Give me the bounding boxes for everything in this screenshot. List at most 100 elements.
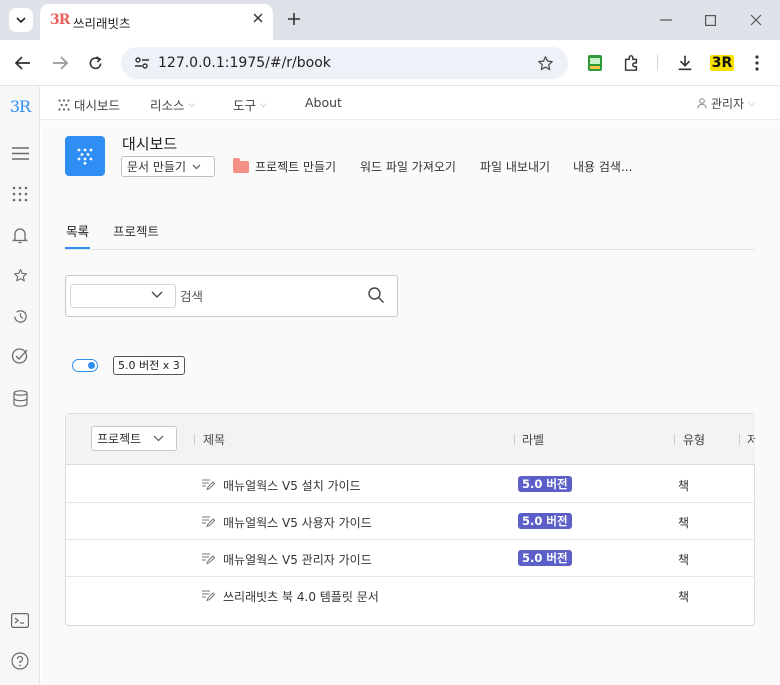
- downloads-button[interactable]: [673, 51, 697, 75]
- chevron-down-icon: ⌵: [260, 99, 267, 110]
- row-label-badge: 5.0 버전: [518, 513, 572, 529]
- column-divider: [514, 434, 515, 445]
- chevron-down-icon: [151, 291, 163, 298]
- table-row[interactable]: [66, 466, 755, 503]
- extension-printer-icon: [588, 55, 602, 71]
- column-header-extra[interactable]: 저: [747, 431, 755, 448]
- chevron-down-icon: ⌵: [188, 99, 196, 110]
- content-search-action[interactable]: 내용 검색...: [573, 158, 632, 175]
- site-info-button[interactable]: [131, 52, 153, 74]
- dashboard-dots-icon: [58, 98, 70, 111]
- tab-projects[interactable]: 프로젝트: [113, 221, 159, 240]
- tab-title: 쓰리래빗츠: [73, 16, 131, 31]
- rail-terminal-button[interactable]: [8, 608, 32, 632]
- folder-icon: [233, 157, 249, 173]
- import-word-action[interactable]: 워드 파일 가져오기: [360, 158, 456, 175]
- column-header-label[interactable]: 라벨: [522, 431, 544, 448]
- column-divider: [739, 434, 740, 445]
- row-title[interactable]: 쓰리래빗츠 북 4.0 템플릿 문서: [223, 588, 379, 605]
- menu-toggle-button[interactable]: [8, 141, 32, 165]
- project-filter-label: 프로젝트: [97, 432, 142, 446]
- document-edit-icon: [202, 590, 215, 602]
- app-logo[interactable]: 3R: [8, 94, 32, 118]
- import-word-label: 워드 파일 가져오기: [360, 160, 456, 174]
- row-title[interactable]: 매뉴얼웍스 V5 관리자 가이드: [223, 551, 372, 568]
- extension-3r-label: 3R: [709, 55, 735, 71]
- new-tab-button[interactable]: [283, 8, 305, 30]
- maximize-icon: [704, 14, 716, 26]
- minimize-icon: [660, 19, 672, 21]
- nav-tools-label: 도구: [233, 98, 257, 113]
- nav-dashboard-label: 대시보드: [74, 98, 121, 113]
- column-header-title[interactable]: 제목: [203, 431, 225, 448]
- close-icon: [750, 14, 762, 26]
- project-filter-select[interactable]: 프로젝트: [91, 426, 177, 451]
- arrow-left-icon: [15, 56, 30, 70]
- row-type: 책: [678, 479, 690, 493]
- back-button[interactable]: [10, 50, 36, 76]
- search-field-select-arrow: [151, 288, 163, 301]
- table-row[interactable]: [66, 540, 755, 577]
- row-title[interactable]: 매뉴얼웍스 V5 사용자 가이드: [223, 514, 372, 531]
- row-title[interactable]: 매뉴얼웍스 V5 설치 가이드: [223, 477, 361, 494]
- database-icon: [12, 389, 28, 407]
- create-document-dropdown[interactable]: 문서 만들기: [121, 156, 215, 177]
- bookmark-button[interactable]: [534, 52, 556, 74]
- plus-icon: [288, 13, 300, 25]
- row-type: 책: [678, 516, 690, 530]
- column-divider: [674, 434, 675, 445]
- rail-help-button[interactable]: [8, 649, 32, 673]
- filter-chip[interactable]: 5.0 버전 x 3: [113, 356, 185, 375]
- nav-about[interactable]: About: [305, 95, 342, 110]
- user-icon: [697, 98, 707, 109]
- export-file-action[interactable]: 파일 내보내기: [480, 158, 550, 175]
- nav-dashboard[interactable]: 대시보드: [58, 95, 120, 114]
- page-title: 대시보드: [122, 135, 178, 153]
- maximize-button[interactable]: [698, 8, 722, 32]
- extension-green-button[interactable]: [583, 51, 607, 75]
- nav-about-label: About: [305, 95, 342, 110]
- filter-toggle-knob: [88, 362, 95, 369]
- url-text[interactable]: 127.0.0.1:1975/#/r/book: [158, 55, 331, 71]
- rail-apps-button[interactable]: [8, 182, 32, 206]
- history-icon: [13, 309, 27, 323]
- nav-resources[interactable]: 리소스 ⌵: [150, 95, 195, 114]
- grid-dots-icon: [12, 186, 28, 202]
- browser-menu-button[interactable]: [745, 51, 769, 75]
- tab-search-button[interactable]: [9, 8, 33, 32]
- search-input[interactable]: [180, 284, 360, 308]
- document-edit-icon: [202, 516, 215, 528]
- table-row[interactable]: [66, 503, 755, 540]
- nav-user-menu[interactable]: 관리자 ⌵: [697, 95, 755, 112]
- nav-resources-label: 리소스: [150, 98, 185, 113]
- search-icon: [368, 287, 385, 304]
- row-type: 책: [678, 590, 690, 604]
- tab-favicon: 3R: [50, 12, 70, 28]
- chevron-down-icon: [16, 17, 26, 23]
- help-icon: [11, 652, 29, 670]
- chevron-down-icon: ⌵: [748, 98, 755, 109]
- extensions-button[interactable]: [619, 51, 643, 75]
- rail-favorites-button[interactable]: [8, 263, 32, 287]
- rail-notifications-button[interactable]: [8, 223, 32, 247]
- rail-history-button[interactable]: [8, 304, 32, 328]
- puzzle-icon: [624, 55, 638, 71]
- chevron-down-icon: [192, 164, 201, 169]
- rail-tasks-button[interactable]: [8, 344, 32, 368]
- extension-3r-button[interactable]: 3R: [709, 51, 735, 75]
- table-row[interactable]: [66, 577, 755, 614]
- tab-list[interactable]: 목록: [66, 221, 89, 240]
- reload-button[interactable]: [82, 50, 108, 76]
- search-button[interactable]: [367, 286, 387, 306]
- create-project-action[interactable]: 프로젝트 만들기: [233, 157, 336, 175]
- close-window-button[interactable]: [744, 8, 768, 32]
- forward-button[interactable]: [47, 50, 73, 76]
- rail-database-button[interactable]: [8, 386, 32, 410]
- column-divider: [194, 434, 195, 445]
- arrow-right-icon: [53, 56, 68, 70]
- nav-tools[interactable]: 도구 ⌵: [233, 95, 267, 114]
- dashboard-app-icon: [65, 136, 105, 176]
- minimize-button[interactable]: [654, 8, 678, 32]
- column-header-type[interactable]: 유형: [683, 431, 705, 448]
- tab-close-button[interactable]: [249, 9, 267, 27]
